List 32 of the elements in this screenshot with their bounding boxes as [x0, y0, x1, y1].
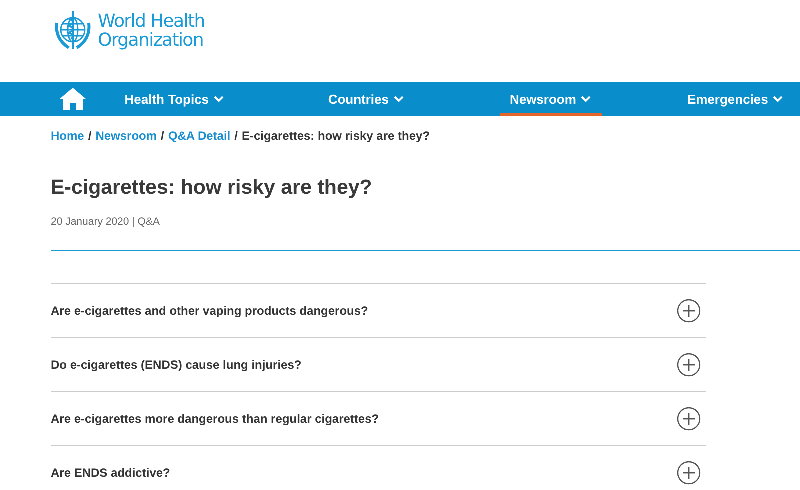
page-title: E-cigarettes: how risky are they?: [51, 176, 374, 200]
breadcrumb-link[interactable]: Newsroom: [96, 129, 158, 143]
logo-text: Organization: [98, 31, 204, 50]
accordion-item[interactable]: Are e-cigarettes and other vaping products dangerous?: [51, 284, 706, 338]
breadcrumb-separator: /: [161, 129, 164, 143]
logo-text: World Health: [98, 12, 205, 31]
question-text: Do e-cigarettes (ENDS) cause lung injuries?: [51, 358, 302, 372]
question-text: Are ENDS addictive?: [51, 466, 170, 480]
nav-tab[interactable]: Emergencies: [670, 82, 800, 116]
accordion-item[interactable]: Do e-cigarettes (ENDS) cause lung injuries?: [51, 338, 706, 392]
breadcrumb-link[interactable]: Home: [51, 129, 84, 143]
chevron-down-icon: [394, 96, 404, 102]
question-text: Are e-cigarettes more dangerous than regular cigarettes?: [51, 412, 380, 426]
expand-icon[interactable]: [677, 406, 701, 430]
nav-tab[interactable]: Health Topics: [80, 82, 269, 116]
accordion-item[interactable]: Are ENDS addictive?: [51, 446, 706, 490]
breadcrumb-separator: /: [88, 129, 92, 143]
breadcrumb-link[interactable]: Q&A Detail: [168, 129, 231, 143]
expand-icon[interactable]: [677, 352, 701, 376]
expand-icon[interactable]: [677, 298, 701, 322]
nav-tab[interactable]: Countries: [272, 82, 461, 116]
chevron-down-icon: [214, 96, 224, 102]
expand-icon[interactable]: [677, 460, 701, 484]
accordion-item[interactable]: Are e-cigarettes more dangerous than regular cigarettes?: [51, 392, 706, 446]
chevron-down-icon: [773, 96, 784, 102]
breadcrumb-current: E-cigarettes: how risky are they?: [242, 129, 430, 143]
nav-tab[interactable]: Newsroom: [500, 82, 602, 116]
chevron-down-icon: [581, 96, 592, 102]
breadcrumb-separator: /: [234, 129, 238, 143]
home-icon[interactable]: [58, 87, 87, 111]
question-text: Are e-cigarettes and other vaping products dangerous?: [51, 304, 368, 318]
publish-meta: 20 January 2020 | Q&A: [51, 216, 161, 228]
